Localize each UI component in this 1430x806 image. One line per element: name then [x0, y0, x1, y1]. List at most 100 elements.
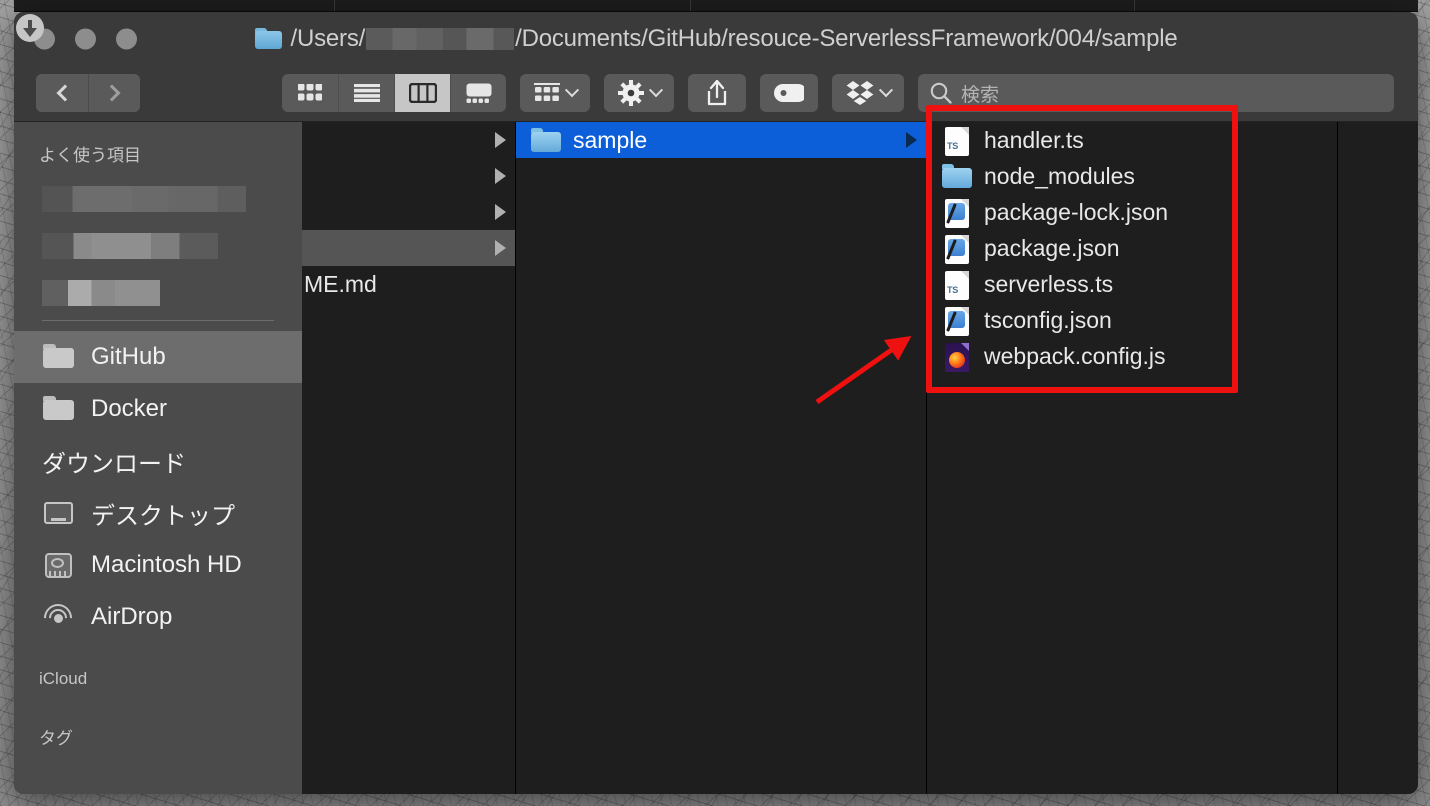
table-row[interactable]: [302, 194, 515, 230]
sidebar-item-github[interactable]: GitHub: [14, 331, 302, 383]
window-title-text: /Users/ /Documents/GitHub/resouce-Server…: [291, 25, 1178, 53]
chevron-left-icon: [56, 84, 73, 102]
airdrop-icon: [38, 598, 78, 638]
disclosure-triangle-icon[interactable]: [495, 168, 506, 184]
sidebar-item-label: Docker: [91, 395, 168, 422]
table-row[interactable]: node_modules: [927, 158, 1337, 194]
gallery-view-button[interactable]: [450, 74, 506, 112]
row-label: package-lock.json: [984, 198, 1169, 225]
sidebar-item-label: Macintosh HD: [91, 551, 242, 578]
zoom-button[interactable]: [116, 28, 137, 49]
share-button[interactable]: [688, 74, 746, 112]
traffic-lights[interactable]: [34, 28, 137, 49]
icon-view-button[interactable]: [282, 74, 338, 112]
tag-icon: [774, 84, 804, 102]
list-item: [42, 222, 302, 269]
ts-file-icon: TS: [941, 127, 973, 156]
column-2[interactable]: sample: [516, 122, 927, 794]
disclosure-triangle-icon[interactable]: [495, 204, 506, 220]
background-window-divider: [1134, 0, 1135, 11]
icon-view-icon: [298, 84, 322, 101]
table-row[interactable]: tsconfig.json: [927, 302, 1337, 338]
column-4[interactable]: [1338, 122, 1418, 794]
table-row[interactable]: [302, 158, 515, 194]
group-by-button[interactable]: [520, 74, 590, 112]
table-row[interactable]: package.json: [927, 230, 1337, 266]
firefox-file-icon: [941, 343, 973, 372]
window-title-prefix: /Users/: [290, 24, 366, 52]
harddisk-icon: [42, 550, 76, 580]
sidebar-item-airdrop[interactable]: AirDrop: [14, 591, 302, 643]
list-view-button[interactable]: [338, 74, 394, 112]
minimize-button[interactable]: [75, 28, 96, 49]
sidebar-item-downloads[interactable]: ダウンロード: [14, 14, 302, 487]
forward-button[interactable]: [88, 74, 140, 112]
view-mode-group[interactable]: [282, 74, 506, 112]
folder-icon: [530, 127, 562, 153]
sidebar-item-docker[interactable]: Docker: [14, 383, 302, 435]
table-row[interactable]: ME.md: [302, 266, 515, 302]
table-row[interactable]: sample: [516, 122, 926, 158]
row-label: sample: [573, 126, 648, 153]
action-menu-button[interactable]: [604, 74, 674, 112]
window-content: よく使う項目 GitHub Docker ダウンロード デスクトップ Macin…: [14, 14, 1418, 794]
table-row[interactable]: TS handler.ts: [927, 122, 1337, 158]
group-by-icon: [534, 83, 560, 101]
gear-icon: [618, 80, 644, 106]
folder-icon: [254, 28, 282, 49]
finder-window[interactable]: /Users/ /Documents/GitHub/resouce-Server…: [14, 12, 1418, 794]
column-3[interactable]: TS handler.ts node_modules package-lock.…: [927, 122, 1338, 794]
background-window-strip[interactable]: [14, 0, 1418, 12]
sidebar-item-label: AirDrop: [91, 603, 173, 630]
row-label: node_modules: [984, 162, 1135, 189]
search-icon: [930, 82, 952, 104]
disclosure-triangle-icon[interactable]: [906, 132, 917, 148]
table-row[interactable]: TS serverless.ts: [927, 266, 1337, 302]
disclosure-triangle-icon[interactable]: [495, 240, 506, 256]
table-row[interactable]: [302, 122, 515, 158]
json-file-icon: [941, 235, 973, 264]
search-placeholder: 検索: [961, 84, 1000, 106]
back-button[interactable]: [36, 74, 88, 112]
background-window-divider: [334, 0, 335, 11]
column-view[interactable]: ME.md sample TS handler.ts node_modules …: [302, 122, 1418, 794]
table-row[interactable]: webpack.config.js: [927, 338, 1337, 374]
row-label: ME.md: [304, 270, 377, 297]
column-view-button[interactable]: [394, 74, 450, 112]
sidebar[interactable]: よく使う項目 GitHub Docker ダウンロード デスクトップ Macin…: [14, 14, 302, 794]
table-row[interactable]: [302, 230, 515, 266]
dropbox-icon: [846, 81, 874, 105]
tag-button[interactable]: [760, 74, 818, 112]
window-titlebar[interactable]: /Users/ /Documents/GitHub/resouce-Server…: [14, 12, 1418, 65]
row-label: handler.ts: [984, 126, 1084, 153]
column-view-icon: [408, 83, 437, 103]
row-label: webpack.config.js: [984, 342, 1166, 369]
sidebar-item-macintosh-hd[interactable]: Macintosh HD: [14, 539, 302, 591]
list-item: [42, 269, 302, 316]
disclosure-triangle-icon[interactable]: [495, 132, 506, 148]
sidebar-section-tags-header: タグ: [39, 729, 73, 748]
chevron-down-icon: [564, 83, 580, 98]
sidebar-section-icloud-header: iCloud: [39, 669, 88, 688]
sidebar-item-desktop[interactable]: デスクトップ: [14, 487, 302, 539]
row-label: tsconfig.json: [984, 306, 1112, 333]
chevron-down-icon: [878, 83, 894, 98]
chevron-down-icon: [648, 83, 664, 98]
search-field[interactable]: 検索: [918, 74, 1394, 112]
folder-icon: [42, 394, 76, 424]
json-file-icon: [941, 307, 973, 336]
dropbox-button[interactable]: [832, 74, 904, 112]
table-row[interactable]: package-lock.json: [927, 194, 1337, 230]
window-toolbar[interactable]: 検索: [14, 65, 1418, 122]
sidebar-item-label: GitHub: [91, 343, 166, 370]
folder-icon: [42, 342, 76, 372]
sidebar-item-label: デスクトップ: [91, 502, 235, 530]
row-label: package.json: [984, 234, 1120, 261]
list-item: [42, 175, 302, 222]
column-1[interactable]: ME.md: [302, 122, 516, 794]
ts-file-icon: TS: [941, 271, 973, 300]
sidebar-section-favorites-header: よく使う項目: [39, 146, 141, 165]
navigation-buttons[interactable]: [36, 74, 140, 112]
sidebar-item-label: ダウンロード: [42, 450, 186, 478]
chevron-right-icon: [103, 84, 121, 102]
